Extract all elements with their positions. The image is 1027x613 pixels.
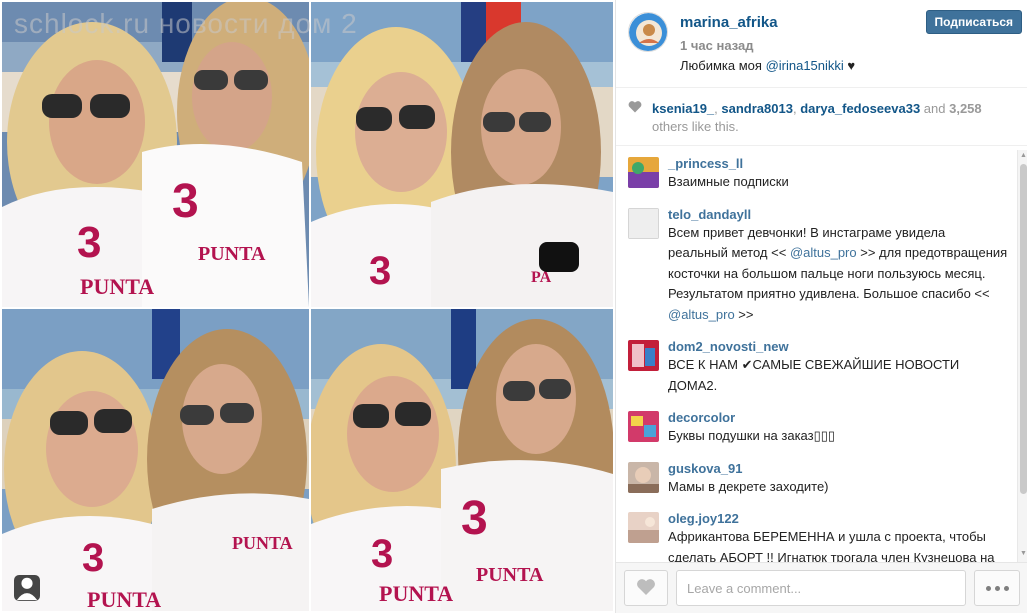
commenter-avatar[interactable]	[628, 340, 659, 371]
photo-collage-cell: 3 3 PUNTA PUNTA	[2, 2, 309, 307]
photo-collage-cell: 3 PA	[311, 2, 613, 307]
likes-count[interactable]: 3,258	[949, 101, 982, 116]
svg-text:PUNTA: PUNTA	[198, 243, 266, 265]
caption-text: Любимка моя	[680, 58, 766, 73]
commenter-avatar[interactable]	[628, 512, 659, 543]
svg-text:3: 3	[172, 175, 199, 228]
heart-emoji: ♥	[843, 58, 856, 73]
comment-item: telo_dandayll Всем привет девчонки! В ин…	[616, 201, 1016, 326]
comments-list[interactable]: _princess_ll Взаимные подписки telo_dand…	[616, 150, 1016, 562]
comment-footer	[616, 562, 1027, 613]
like-button[interactable]	[624, 570, 668, 606]
comment-text: Африкантова БЕРЕМЕННА и ушла с проекта, …	[668, 529, 995, 562]
comment-mention-link[interactable]: @altus_pro	[790, 245, 857, 260]
svg-text:PUNTA: PUNTA	[87, 587, 161, 611]
comment-item: _princess_ll Взаимные подписки	[616, 150, 1016, 193]
heart-icon	[636, 578, 656, 599]
post-photo[interactable]: 3 3 PUNTA PUNTA 3 PA 3 PUNTA PUNTA 3 3 P…	[0, 0, 615, 613]
comment-text: Буквы подушки на заказ▯▯▯	[668, 428, 836, 443]
svg-text:3: 3	[371, 532, 393, 576]
post-header: marina_afrika 1 час назад Любимка моя @i…	[616, 0, 1027, 88]
comment-mention-link[interactable]: @altus_pro	[668, 307, 735, 322]
scrollbar-thumb[interactable]	[1020, 164, 1027, 494]
svg-text:3: 3	[82, 536, 104, 580]
heart-icon	[628, 100, 642, 118]
author-username[interactable]: marina_afrika	[680, 14, 778, 31]
post-sidebar: marina_afrika 1 час назад Любимка моя @i…	[615, 0, 1027, 613]
liker-link[interactable]: ksenia19_	[652, 101, 714, 116]
photo-collage-cell: 3 3 PUNTA PUNTA	[311, 309, 613, 611]
commenter-username[interactable]: telo_dandayll	[668, 201, 1008, 223]
liker-link[interactable]: darya_fedoseeva33	[800, 101, 920, 116]
likes-and: and	[920, 101, 950, 116]
svg-text:PUNTA: PUNTA	[80, 274, 154, 299]
likes-others-text: others like this.	[652, 119, 739, 134]
comment-item: dom2_novosti_new ВСЕ К НАМ ✔САМЫЕ СВЕЖАЙ…	[616, 333, 1016, 396]
commenter-avatar[interactable]	[628, 411, 659, 442]
user-tag-icon[interactable]	[14, 575, 40, 601]
commenter-avatar[interactable]	[628, 461, 659, 493]
post-caption: Любимка моя @irina15nikki ♥	[680, 58, 855, 73]
svg-text:3: 3	[461, 492, 488, 545]
more-dots-icon	[985, 585, 1009, 591]
watermark-text: schlock.ru новости дом 2	[14, 8, 358, 39]
svg-text:PUNTA: PUNTA	[476, 564, 544, 586]
commenter-username[interactable]: _princess_ll	[668, 150, 1008, 172]
liker-link[interactable]: sandra8013	[721, 101, 793, 116]
commenter-username[interactable]: decorcolor	[668, 404, 1008, 426]
comment-item: decorcolor Буквы подушки на заказ▯▯▯	[616, 404, 1016, 447]
more-options-button[interactable]	[974, 570, 1020, 606]
commenter-username[interactable]: dom2_novosti_new	[668, 333, 1008, 355]
comment-item: guskova_91 Мамы в декрете заходите)	[616, 455, 1016, 498]
commenter-avatar[interactable]	[628, 207, 659, 239]
comment-text: Всем привет девчонки! В инстаграме увиде…	[668, 223, 1008, 326]
comment-text: Мамы в декрете заходите)	[668, 478, 829, 494]
comment-text: ВСЕ К НАМ ✔САМЫЕ СВЕЖАЙШИЕ НОВОСТИ ДОМА2…	[668, 357, 960, 393]
svg-text:PUNTA: PUNTA	[232, 533, 293, 553]
comment-item: oleg.joy122 Африкантова БЕРЕМЕННА и ушла…	[616, 505, 1016, 562]
photo-collage-cell: 3 PUNTA PUNTA	[2, 309, 309, 611]
comment-text: Взаимные подписки	[668, 174, 789, 189]
post-timestamp[interactable]: 1 час назад	[680, 38, 753, 53]
author-avatar[interactable]	[628, 12, 668, 52]
svg-text:PUNTA: PUNTA	[379, 581, 453, 606]
caption-mention-link[interactable]: @irina15nikki	[766, 58, 844, 73]
likes-section: ksenia19_, sandra8013, darya_fedoseeva33…	[616, 88, 1027, 146]
scroll-down-arrow-icon[interactable]: ▼	[1020, 550, 1027, 560]
follow-button[interactable]: Подписаться	[925, 10, 1022, 34]
svg-text:3: 3	[77, 218, 101, 267]
comments-scrollbar[interactable]: ▲ ▼	[1017, 150, 1027, 562]
commenter-username[interactable]: guskova_91	[668, 455, 1008, 477]
commenter-username[interactable]: oleg.joy122	[668, 505, 1008, 527]
comment-input[interactable]	[676, 570, 966, 606]
scroll-up-arrow-icon[interactable]: ▲	[1020, 152, 1027, 162]
likes-summary: ksenia19_, sandra8013, darya_fedoseeva33…	[652, 100, 1012, 136]
commenter-avatar[interactable]	[628, 157, 659, 188]
comment-text-part: >>	[734, 306, 754, 322]
svg-text:3: 3	[369, 249, 391, 293]
